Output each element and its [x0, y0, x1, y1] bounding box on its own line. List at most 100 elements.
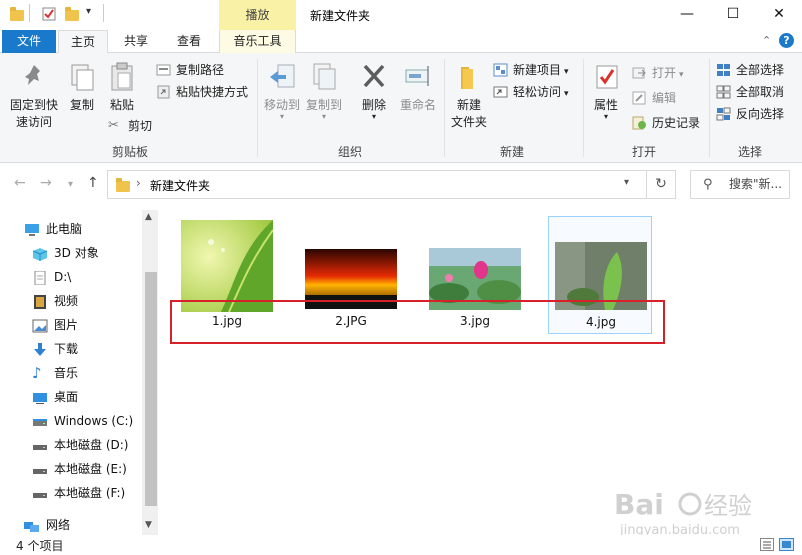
nav-label: 3D 对象 — [54, 246, 99, 260]
chevron-down-icon[interactable]: ▾ — [624, 177, 629, 188]
dropdown-arrow-icon: ▾ — [603, 112, 608, 121]
up-arrow-icon[interactable]: ↑ — [87, 175, 99, 191]
tab-home[interactable]: 主页 — [58, 30, 108, 54]
tab-view[interactable]: 查看 — [166, 30, 212, 53]
nav-item-downloads[interactable]: 下载 — [26, 338, 78, 360]
properties-button[interactable]: 属性 ▾ — [588, 61, 624, 121]
move-to-icon — [266, 61, 298, 93]
svg-text:经验: 经验 — [704, 492, 752, 520]
search-input[interactable]: ⚲ 搜索"新... — [690, 170, 790, 199]
copy-path-label: 复制路径 — [176, 63, 225, 77]
tab-music-tools[interactable]: 音乐工具 — [219, 30, 296, 53]
paste-button[interactable]: 粘贴 — [104, 61, 140, 114]
folder-icon — [9, 7, 24, 21]
recent-locations-icon[interactable]: ▾ — [68, 179, 73, 190]
scroll-thumb[interactable] — [145, 272, 157, 506]
maximize-button[interactable]: ☐ — [710, 0, 756, 30]
divider — [257, 59, 258, 157]
invert-selection-icon — [716, 107, 731, 121]
scissors-icon: ✂ — [108, 118, 119, 133]
nav-item-network[interactable]: 网络 — [18, 514, 70, 536]
paste-shortcut-icon — [156, 85, 171, 99]
nav-label: 下载 — [54, 342, 79, 356]
group-label-clipboard: 剪贴板 — [111, 145, 148, 159]
nav-item-drive-c[interactable]: Windows (C:) — [26, 410, 133, 432]
select-all-button[interactable]: 全部选择 — [716, 60, 784, 80]
nav-label: 音乐 — [54, 366, 79, 380]
properties-icon[interactable] — [42, 7, 56, 21]
back-arrow-icon[interactable]: ← — [14, 175, 26, 191]
copy-button[interactable]: 复制 — [64, 61, 100, 114]
select-none-button[interactable]: 全部取消 — [716, 82, 784, 102]
new-folder-button[interactable]: 新建 文件夹 — [448, 61, 490, 131]
copy-to-button[interactable]: 复制到 ▾ — [304, 61, 344, 121]
nav-item-music[interactable]: ♪ 音乐 — [26, 362, 78, 384]
collapse-ribbon-icon[interactable]: ⌃ — [762, 34, 771, 47]
nav-label: Windows (C:) — [54, 414, 134, 428]
scroll-up-icon[interactable]: ▲ — [145, 212, 152, 222]
paste-label: 粘贴 — [109, 98, 134, 112]
tab-file[interactable]: 文件 — [2, 30, 56, 53]
nav-item-videos[interactable]: 视频 — [26, 290, 78, 312]
refresh-button[interactable]: ↻ — [646, 170, 676, 199]
cut-label: 剪切 — [128, 119, 153, 133]
nav-item-drive-f[interactable]: 本地磁盘 (F:) — [26, 482, 125, 504]
search-placeholder: 搜索"新... — [729, 177, 782, 191]
divider — [29, 4, 30, 22]
help-icon[interactable]: ? — [779, 33, 794, 48]
large-icons-view-icon[interactable] — [779, 538, 794, 551]
breadcrumb[interactable]: 新建文件夹 — [150, 177, 210, 194]
select-none-label: 全部取消 — [736, 85, 785, 99]
drive-icon — [32, 462, 48, 476]
nav-item-pictures[interactable]: 图片 — [26, 314, 78, 336]
edit-button[interactable]: 编辑 — [632, 88, 676, 108]
copy-path-button[interactable]: 复制路径 — [156, 60, 224, 80]
ribbon: 固定到快 速访问 复制 粘贴 复制路径 粘贴快捷方式 ✂ 剪切 剪贴板 移动到 … — [0, 53, 802, 163]
new-item-label: 新建项目 — [513, 63, 562, 77]
new-folder-label-1: 新建 — [456, 98, 481, 112]
forward-arrow-icon[interactable]: → — [40, 175, 52, 191]
open-label: 打开 — [652, 66, 677, 80]
nav-label: 本地磁盘 (E:) — [54, 462, 127, 476]
scroll-down-icon[interactable]: ▼ — [145, 520, 152, 530]
invert-selection-button[interactable]: 反向选择 — [716, 104, 784, 124]
rename-icon — [402, 61, 434, 93]
details-view-icon[interactable] — [760, 538, 774, 551]
cut-button[interactable]: ✂ 剪切 — [108, 116, 152, 136]
copy-path-icon — [156, 63, 171, 77]
rename-button[interactable]: 重命名 — [396, 61, 440, 114]
dropdown-arrow-icon: ▾ — [564, 89, 569, 99]
new-item-button[interactable]: 新建项目 ▾ — [493, 60, 569, 80]
nav-item-d-root[interactable]: D:\ — [26, 266, 71, 288]
copy-to-icon — [308, 61, 340, 93]
move-to-button[interactable]: 移动到 ▾ — [262, 61, 302, 121]
chevron-right-icon: › — [136, 176, 141, 190]
paste-icon — [106, 61, 138, 93]
new-folder-icon[interactable] — [64, 7, 79, 21]
status-bar: 4 个项目 — [0, 535, 802, 555]
tab-share[interactable]: 共享 — [113, 30, 159, 53]
customize-qat-icon[interactable]: ▾ — [86, 6, 91, 17]
address-bar[interactable]: › 新建文件夹 ▾ — [107, 170, 647, 199]
select-all-icon — [716, 63, 731, 77]
close-button[interactable]: ✕ — [756, 0, 802, 30]
pin-quick-access-button[interactable]: 固定到快 速访问 — [6, 61, 62, 131]
nav-item-this-pc[interactable]: 此电脑 — [18, 218, 82, 240]
history-button[interactable]: 历史记录 — [632, 113, 700, 133]
paste-shortcut-label: 粘贴快捷方式 — [176, 85, 249, 99]
history-label: 历史记录 — [652, 116, 701, 130]
minimize-button[interactable]: — — [664, 0, 710, 30]
open-button[interactable]: 打开 ▾ — [632, 63, 684, 83]
edit-icon — [632, 91, 647, 105]
nav-item-desktop[interactable]: 桌面 — [26, 386, 78, 408]
easy-access-button[interactable]: 轻松访问 ▾ — [493, 82, 569, 102]
navigation-pane: 此电脑 3D 对象 D:\ 视频 图片 下载 ♪ 音乐 桌面 Windows (… — [0, 205, 160, 535]
paste-shortcut-button[interactable]: 粘贴快捷方式 — [156, 82, 248, 102]
nav-item-drive-d[interactable]: 本地磁盘 (D:) — [26, 434, 128, 456]
invert-selection-label: 反向选择 — [736, 107, 785, 121]
ribbon-tabs: 文件 主页 共享 查看 音乐工具 ⌃ ? — [0, 30, 802, 54]
nav-label: 此电脑 — [46, 222, 83, 236]
nav-item-3d-objects[interactable]: 3D 对象 — [26, 242, 99, 264]
delete-button[interactable]: 删除 ▾ — [356, 61, 392, 121]
nav-item-drive-e[interactable]: 本地磁盘 (E:) — [26, 458, 127, 480]
